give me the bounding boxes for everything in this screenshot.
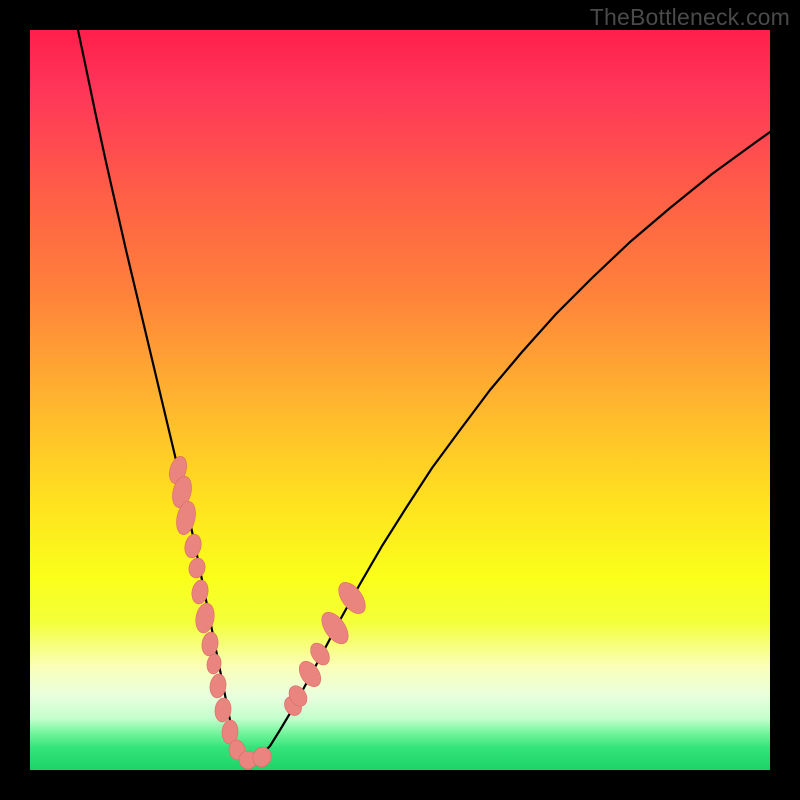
chart-svg (30, 30, 770, 770)
data-marker (187, 556, 207, 579)
data-marker (183, 533, 204, 560)
curve-markers (166, 454, 370, 769)
data-marker (316, 608, 353, 649)
bottleneck-curve (78, 30, 770, 760)
data-marker (194, 602, 217, 635)
data-marker (333, 578, 370, 619)
plot-area (30, 30, 770, 770)
credit-text: TheBottleneck.com (590, 4, 790, 31)
chart-frame: TheBottleneck.com (0, 0, 800, 800)
